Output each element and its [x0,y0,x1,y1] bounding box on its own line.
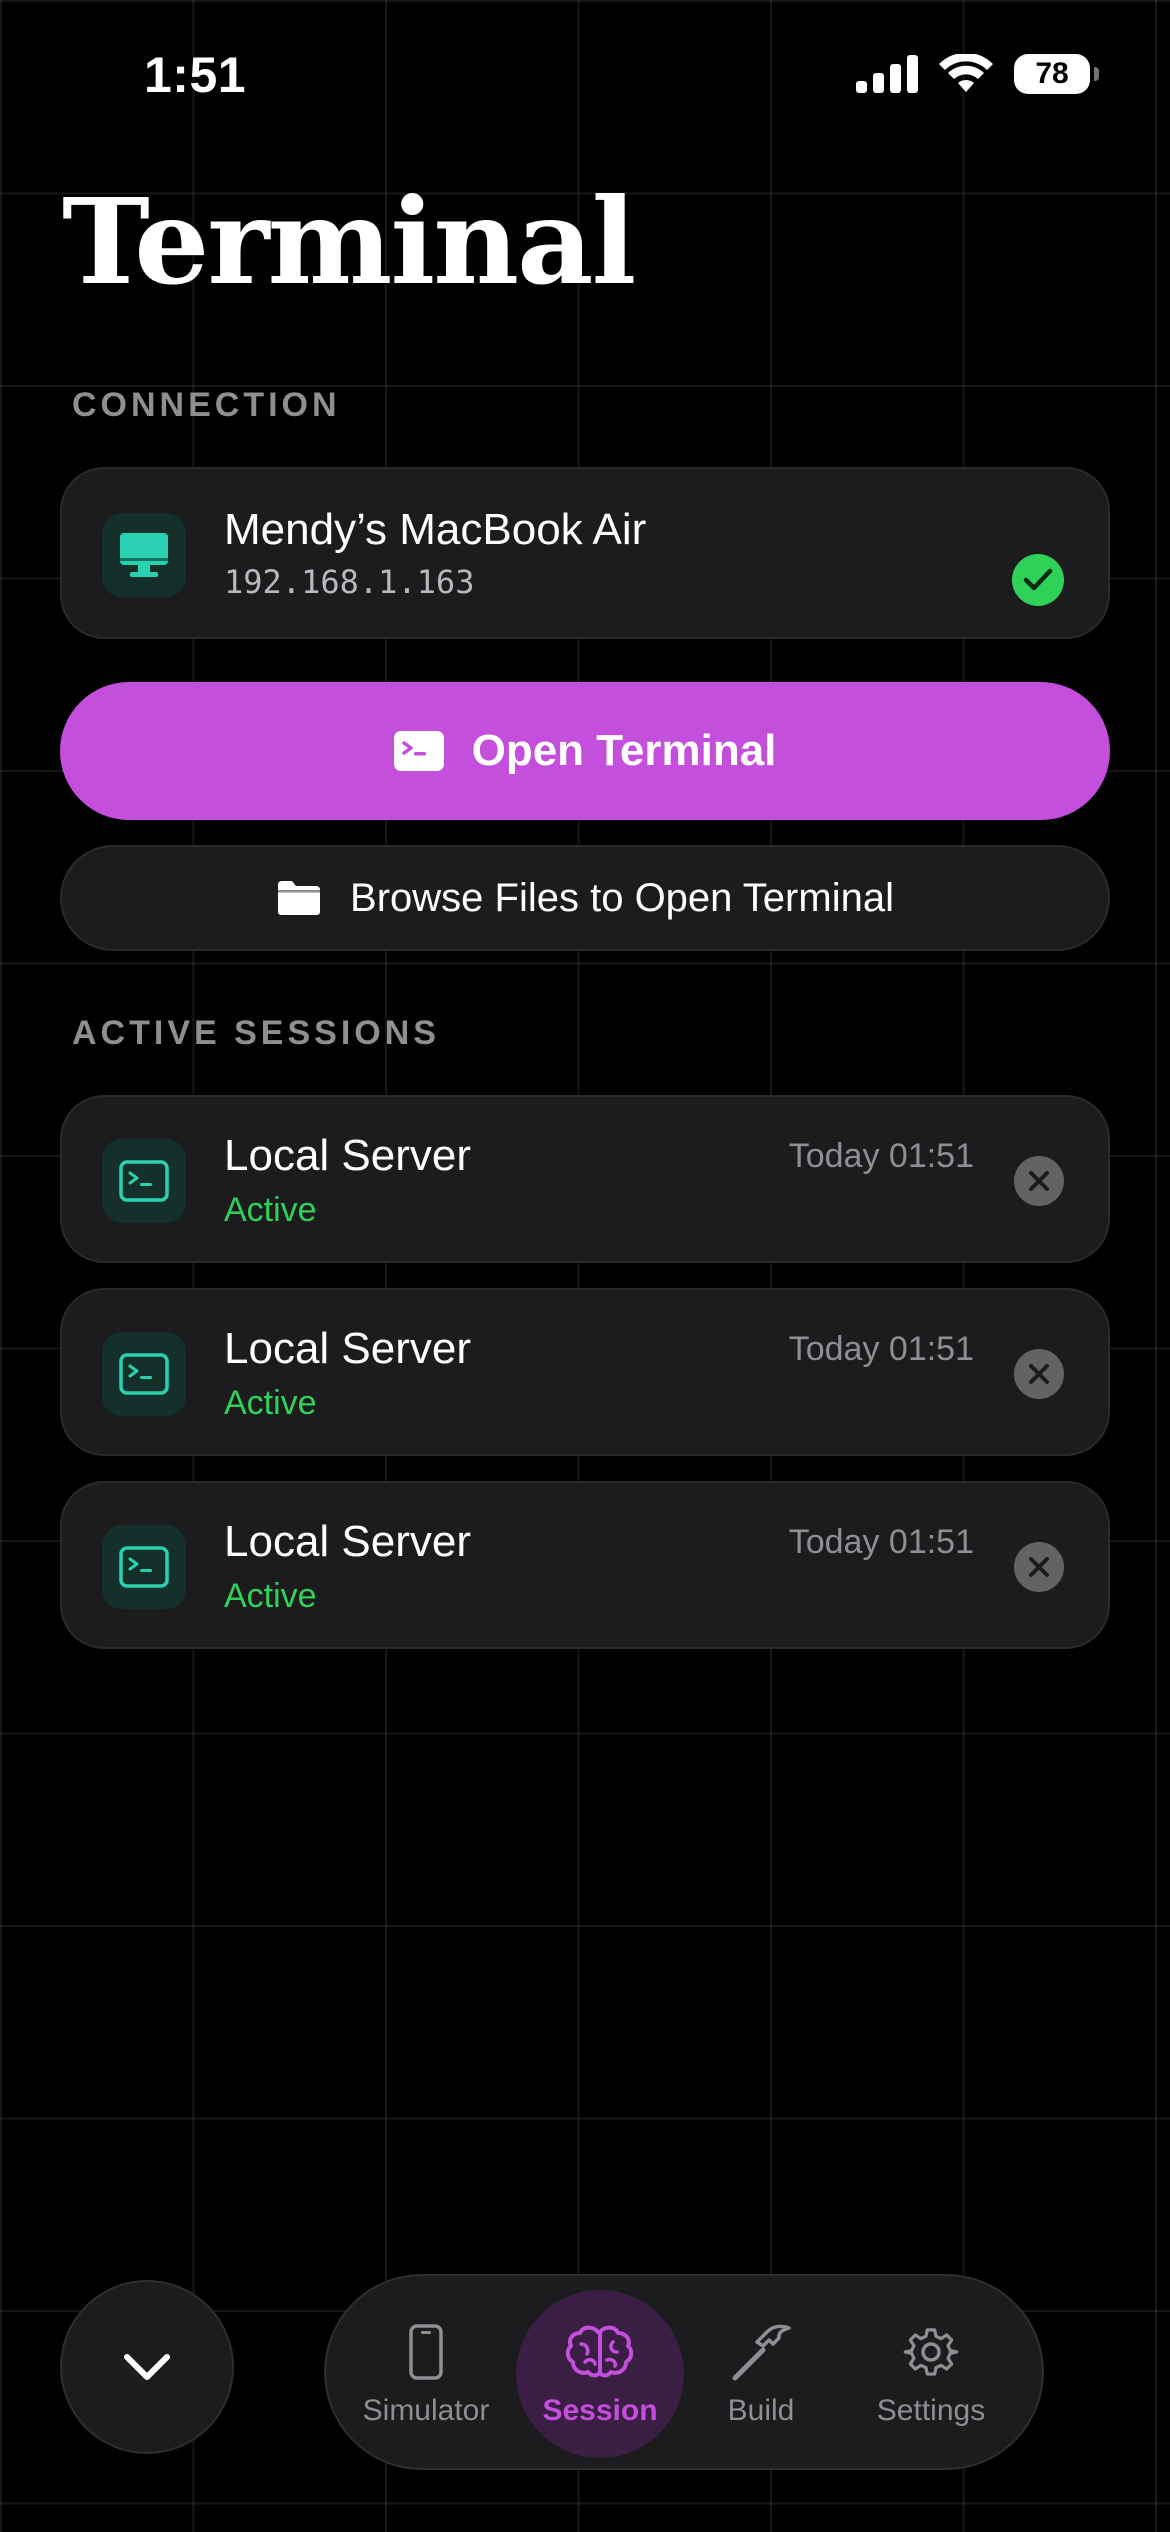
session-card[interactable]: Local Server Active Today 01:51 [60,1288,1110,1456]
close-session-button[interactable] [1014,1542,1064,1592]
tab-label: Build [727,2394,795,2427]
check-circle-icon [1012,554,1064,606]
terminal-icon [393,731,444,771]
hammer-icon [729,2320,793,2384]
session-status: Active [224,1577,317,1615]
browse-files-label: Browse Files to Open Terminal [350,875,894,920]
tab-label: Settings [876,2394,986,2427]
terminal-icon [102,1139,186,1223]
session-timestamp: Today 01:51 [788,1523,974,1561]
session-name: Local Server [224,1517,472,1566]
active-sessions-section-label: ACTIVE SESSIONS [72,1014,440,1052]
close-session-button[interactable] [1014,1349,1064,1399]
status-time: 1:51 [144,47,247,103]
open-terminal-label: Open Terminal [471,726,777,775]
session-name: Local Server [224,1324,472,1373]
tab-label: Simulator [362,2394,490,2427]
battery-level: 78 [1035,57,1069,90]
device-ip-address: 192.168.1.163 [224,563,475,601]
close-session-button[interactable] [1014,1156,1064,1206]
session-name: Local Server [224,1131,472,1180]
gear-icon [903,2320,959,2384]
terminal-icon [102,1525,186,1609]
tab-simulator[interactable]: Simulator [356,2276,496,2472]
session-status: Active [224,1191,317,1229]
chevron-down-icon [124,2354,170,2380]
wifi-icon [939,54,993,92]
computer-icon [102,513,186,597]
device-name: Mendy’s MacBook Air [224,505,647,554]
terminal-icon [102,1332,186,1416]
close-icon [1029,1364,1049,1384]
phone-icon [409,2320,443,2384]
session-card[interactable]: Local Server Active Today 01:51 [60,1481,1110,1649]
connection-card[interactable]: Mendy’s MacBook Air 192.168.1.163 [60,467,1110,639]
open-terminal-button[interactable]: Open Terminal [60,682,1110,820]
tab-build[interactable]: Build [696,2276,826,2472]
page-title: Terminal [62,172,636,311]
close-icon [1029,1557,1049,1577]
tab-bar: Simulator Session Build Settings [324,2274,1044,2470]
status-icons: 78 [856,54,1099,94]
collapse-button[interactable] [60,2280,234,2454]
session-timestamp: Today 01:51 [788,1330,974,1368]
battery-indicator: 78 [1014,54,1099,94]
brain-icon [565,2320,635,2384]
session-card[interactable]: Local Server Active Today 01:51 [60,1095,1110,1263]
tab-settings[interactable]: Settings [856,2276,1006,2472]
session-status: Active [224,1384,317,1422]
folder-icon [278,881,321,915]
tab-session[interactable]: Session [522,2276,678,2472]
cellular-signal-icon [856,55,918,93]
close-icon [1029,1171,1049,1191]
tab-label: Session [542,2394,658,2427]
session-timestamp: Today 01:51 [788,1137,974,1175]
browse-files-button[interactable]: Browse Files to Open Terminal [60,845,1110,951]
connection-section-label: CONNECTION [72,386,341,424]
